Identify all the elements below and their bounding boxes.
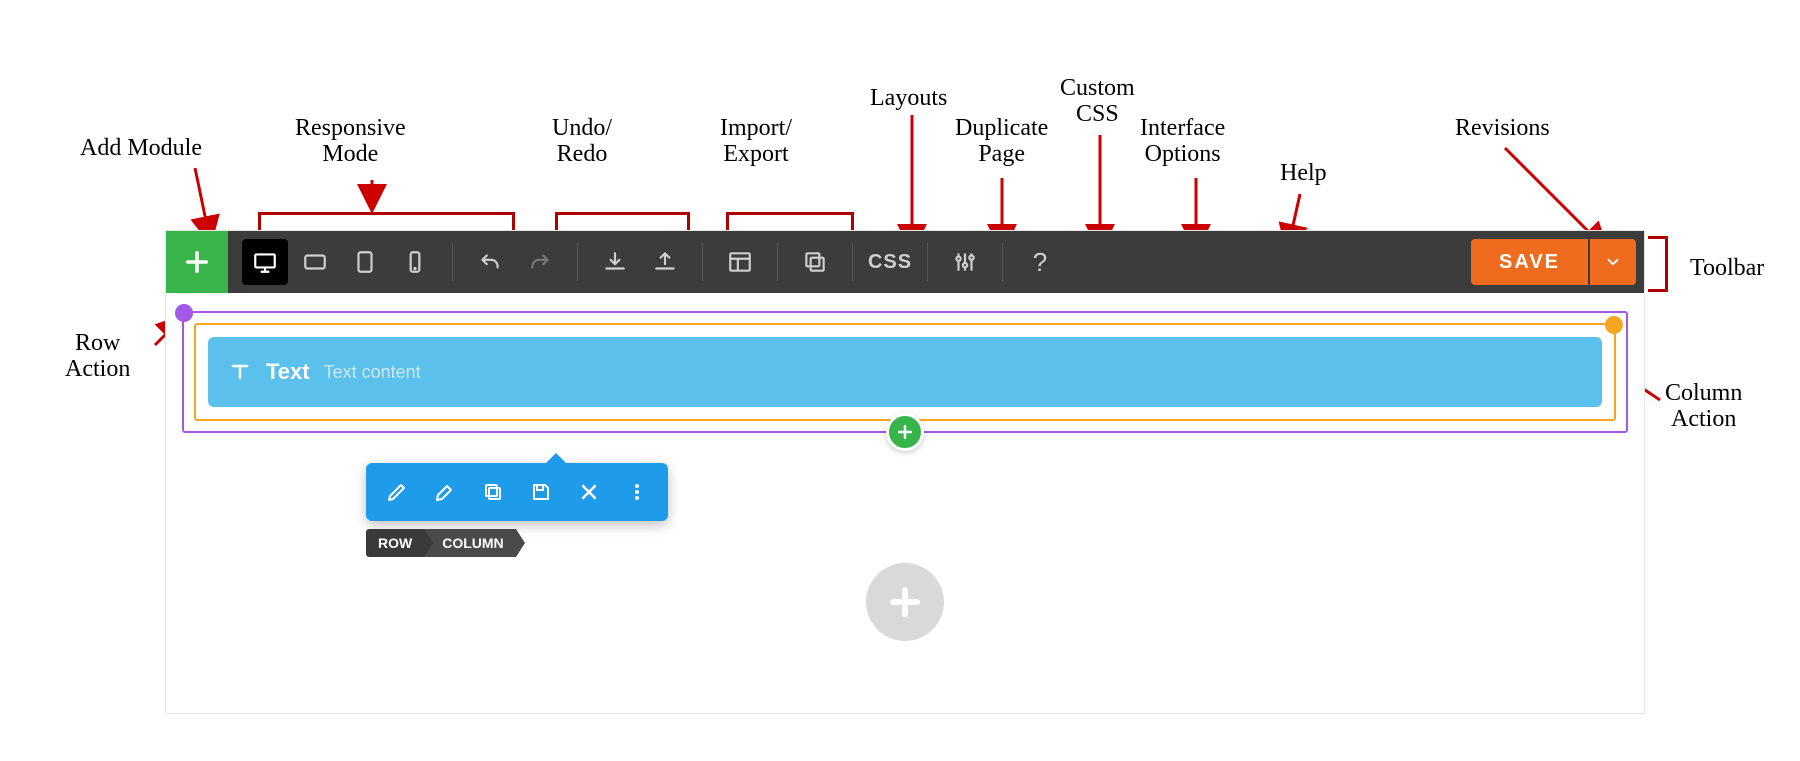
import-icon xyxy=(602,249,628,275)
import-button[interactable] xyxy=(592,239,638,285)
style-button[interactable] xyxy=(424,471,466,513)
editor-panel: CSS ? SAVE xyxy=(165,230,1645,714)
brush-icon xyxy=(433,480,457,504)
clone-button[interactable] xyxy=(472,471,514,513)
label-row-action: Row Action xyxy=(65,330,130,383)
save-dropdown-button[interactable] xyxy=(1590,239,1636,285)
label-duplicate-page: Duplicate Page xyxy=(955,115,1048,168)
singles-group xyxy=(778,231,852,293)
sliders-icon xyxy=(952,249,978,275)
bracket-undo-redo xyxy=(555,212,690,232)
save-module-button[interactable] xyxy=(520,471,562,513)
label-layouts: Layouts xyxy=(870,85,947,111)
mobile-button[interactable] xyxy=(392,239,438,285)
pencil-icon xyxy=(385,480,409,504)
singles-group: CSS xyxy=(853,231,927,293)
label-responsive-mode: Responsive Mode xyxy=(295,115,406,168)
import-export-group xyxy=(578,231,702,293)
close-icon xyxy=(577,480,601,504)
bracket-import-export xyxy=(726,212,854,232)
tablet-portrait-icon xyxy=(352,249,378,275)
more-vertical-icon xyxy=(625,480,649,504)
redo-icon xyxy=(527,249,553,275)
label-custom-css: Custom CSS xyxy=(1060,75,1135,128)
more-button[interactable] xyxy=(616,471,658,513)
duplicate-page-button[interactable] xyxy=(792,239,838,285)
add-module-inline-button[interactable] xyxy=(886,413,924,451)
action-bar-pointer xyxy=(546,453,566,463)
undo-icon xyxy=(477,249,503,275)
duplicate-icon xyxy=(802,249,828,275)
label-toolbar: Toolbar xyxy=(1690,255,1764,281)
label-add-module: Add Module xyxy=(80,135,202,161)
label-interface-options: Interface Options xyxy=(1140,115,1225,168)
plus-icon xyxy=(895,422,915,442)
new-row-button[interactable] xyxy=(866,563,944,641)
column[interactable]: Text Text content xyxy=(194,323,1616,421)
desktop-button[interactable] xyxy=(242,239,288,285)
help-icon: ? xyxy=(1033,247,1047,278)
layouts-icon xyxy=(727,249,753,275)
action-bar xyxy=(366,463,668,521)
add-module-button[interactable] xyxy=(166,231,228,293)
module-title: Text xyxy=(266,359,310,385)
tablet-portrait-button[interactable] xyxy=(342,239,388,285)
edit-button[interactable] xyxy=(376,471,418,513)
row-action-handle[interactable] xyxy=(175,304,193,322)
canvas: Text Text content xyxy=(166,293,1644,713)
bracket-responsive xyxy=(258,212,515,232)
plus-icon xyxy=(183,248,211,276)
label-import-export: Import/ Export xyxy=(720,115,792,168)
copy-icon xyxy=(481,480,505,504)
label-revisions: Revisions xyxy=(1455,115,1550,141)
save-icon xyxy=(529,480,553,504)
redo-button[interactable] xyxy=(517,239,563,285)
css-icon: CSS xyxy=(868,251,912,274)
mobile-icon xyxy=(402,249,428,275)
save-button[interactable]: SAVE xyxy=(1471,239,1588,285)
label-undo-redo: Undo/ Redo xyxy=(552,115,612,168)
label-column-action: Column Action xyxy=(1665,380,1742,433)
interface-options-button[interactable] xyxy=(942,239,988,285)
breadcrumb-column[interactable]: COLUMN xyxy=(424,529,515,557)
module-subtitle: Text content xyxy=(324,362,421,383)
label-help: Help xyxy=(1280,160,1327,186)
singles-group: ? xyxy=(1003,231,1077,293)
plus-icon xyxy=(887,584,923,620)
custom-css-button[interactable]: CSS xyxy=(867,239,913,285)
export-icon xyxy=(652,249,678,275)
action-breadcrumb: ROW COLUMN xyxy=(366,529,516,557)
chevron-down-icon xyxy=(1604,253,1622,271)
help-button[interactable]: ? xyxy=(1017,239,1063,285)
undo-redo-group xyxy=(453,231,577,293)
export-button[interactable] xyxy=(642,239,688,285)
undo-button[interactable] xyxy=(467,239,513,285)
toolbar: CSS ? SAVE xyxy=(166,231,1644,293)
save-group: SAVE xyxy=(1471,239,1636,285)
bracket-toolbar xyxy=(1648,236,1668,292)
layouts-button[interactable] xyxy=(717,239,763,285)
singles-group xyxy=(703,231,777,293)
tablet-landscape-icon xyxy=(302,249,328,275)
desktop-icon xyxy=(252,249,278,275)
tablet-landscape-button[interactable] xyxy=(292,239,338,285)
text-icon xyxy=(228,360,252,384)
column-action-handle[interactable] xyxy=(1605,316,1623,334)
row[interactable]: Text Text content xyxy=(182,311,1628,433)
responsive-mode-group xyxy=(228,231,452,293)
delete-button[interactable] xyxy=(568,471,610,513)
breadcrumb-row[interactable]: ROW xyxy=(366,529,424,557)
text-module[interactable]: Text Text content xyxy=(208,337,1602,407)
singles-group xyxy=(928,231,1002,293)
